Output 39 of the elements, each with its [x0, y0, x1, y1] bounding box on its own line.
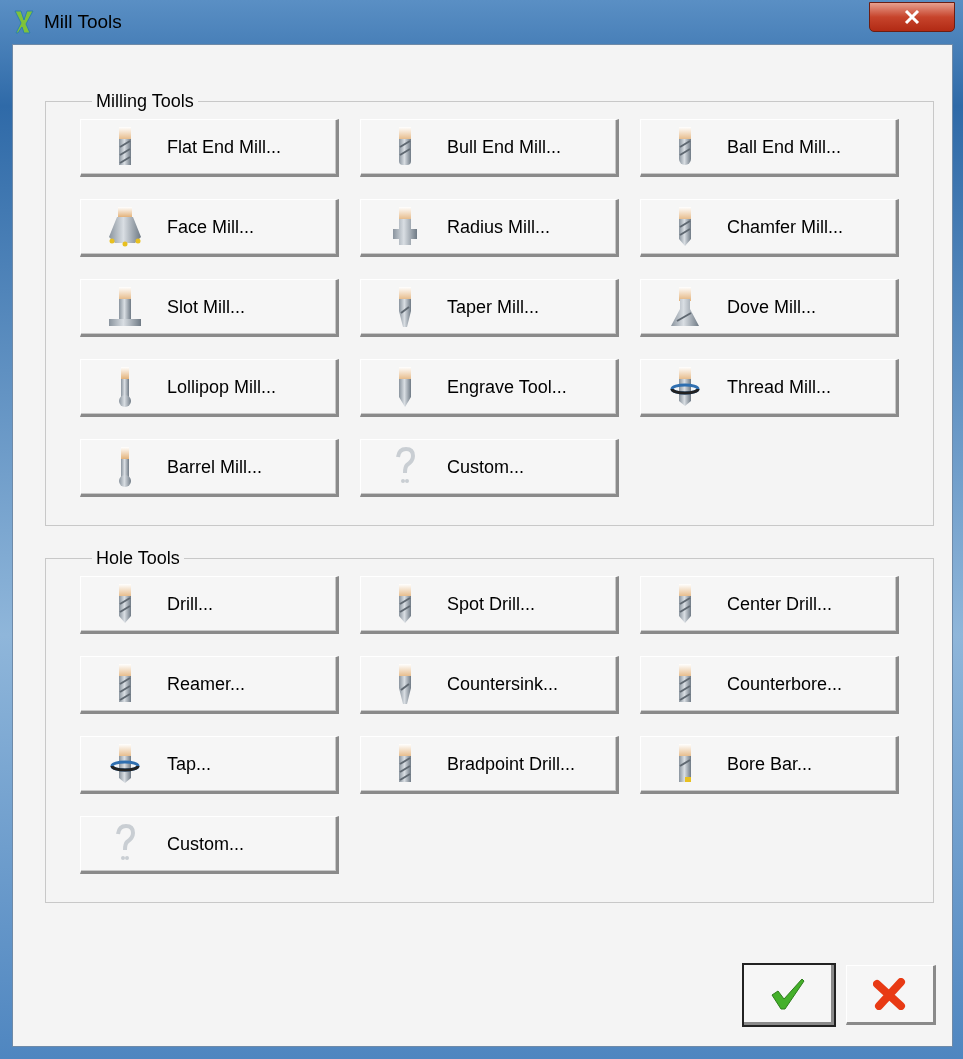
- tool-button[interactable]: Taper Mill...: [360, 279, 619, 337]
- tool-button[interactable]: Bore Bar...: [640, 736, 899, 794]
- tool-button[interactable]: Face Mill...: [80, 199, 339, 257]
- tool-button[interactable]: Spot Drill...: [360, 576, 619, 634]
- face-mill-icon: [111, 205, 139, 249]
- tool-button[interactable]: Radius Mill...: [360, 199, 619, 257]
- window-title: Mill Tools: [44, 9, 122, 34]
- tool-button[interactable]: Drill...: [80, 576, 339, 634]
- close-button[interactable]: [869, 2, 955, 32]
- ok-button[interactable]: [744, 965, 834, 1025]
- checkmark-icon: [769, 976, 806, 1011]
- group-label: Milling Tools: [95, 91, 195, 111]
- app-logo-icon: [14, 10, 34, 34]
- tool-button[interactable]: Bull End Mill...: [360, 119, 619, 177]
- tool-button[interactable]: Custom...: [80, 816, 339, 874]
- tool-button[interactable]: Countersink...: [360, 656, 619, 714]
- cutting-tool-icon: [671, 365, 699, 409]
- tool-button[interactable]: Reamer...: [80, 656, 339, 714]
- tool-button[interactable]: Dove Mill...: [640, 279, 899, 337]
- tool-button[interactable]: Bradpoint Drill...: [360, 736, 619, 794]
- tool-button[interactable]: Engrave Tool...: [360, 359, 619, 417]
- close-icon: [904, 10, 920, 24]
- cutting-tool-icon: [111, 285, 139, 329]
- tool-button[interactable]: Lollipop Mill...: [80, 359, 339, 417]
- close-icon: [873, 978, 907, 1010]
- tool-button[interactable]: Center Drill...: [640, 576, 899, 634]
- cancel-button[interactable]: [846, 965, 936, 1025]
- tool-button[interactable]: Flat End Mill...: [80, 119, 339, 177]
- cutting-tool-icon: [111, 742, 139, 786]
- group-label: Hole Tools: [95, 548, 181, 568]
- tool-button[interactable]: Thread Mill...: [640, 359, 899, 417]
- tool-button[interactable]: Barrel Mill...: [80, 439, 339, 497]
- tool-button[interactable]: Slot Mill...: [80, 279, 339, 337]
- tool-button[interactable]: Custom...: [360, 439, 619, 497]
- tool-button[interactable]: Tap...: [80, 736, 339, 794]
- tool-button[interactable]: Counterbore...: [640, 656, 899, 714]
- tool-button[interactable]: Ball End Mill...: [640, 119, 899, 177]
- cutting-tool-icon: [671, 285, 699, 329]
- tool-button[interactable]: Chamfer Mill...: [640, 199, 899, 257]
